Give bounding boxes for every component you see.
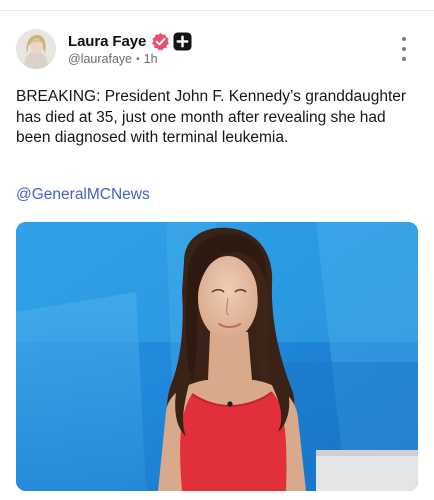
more-vertical-icon: [402, 37, 406, 41]
author-handle[interactable]: @laurafaye: [68, 52, 132, 66]
author-name[interactable]: Laura Faye: [68, 33, 146, 50]
author-name-row: Laura Faye: [68, 31, 192, 51]
plus-icon: [173, 31, 192, 51]
post-media-photo[interactable]: [16, 222, 418, 491]
post-body: BREAKING: President John F. Kennedy’s gr…: [16, 88, 407, 146]
author-meta: @laurafaye • 1h: [68, 52, 158, 66]
meta-separator: •: [136, 53, 140, 65]
verified-icon: [151, 32, 170, 51]
mention-link[interactable]: @GeneralMCNews: [16, 186, 150, 204]
more-options-button[interactable]: [396, 37, 412, 61]
post-header: Laura Faye @laurafaye • 1h: [16, 29, 418, 71]
post-card: Laura Faye @laurafaye • 1h BREAKING: Pre…: [0, 11, 434, 500]
post-time[interactable]: 1h: [144, 52, 158, 66]
avatar[interactable]: [16, 29, 56, 69]
